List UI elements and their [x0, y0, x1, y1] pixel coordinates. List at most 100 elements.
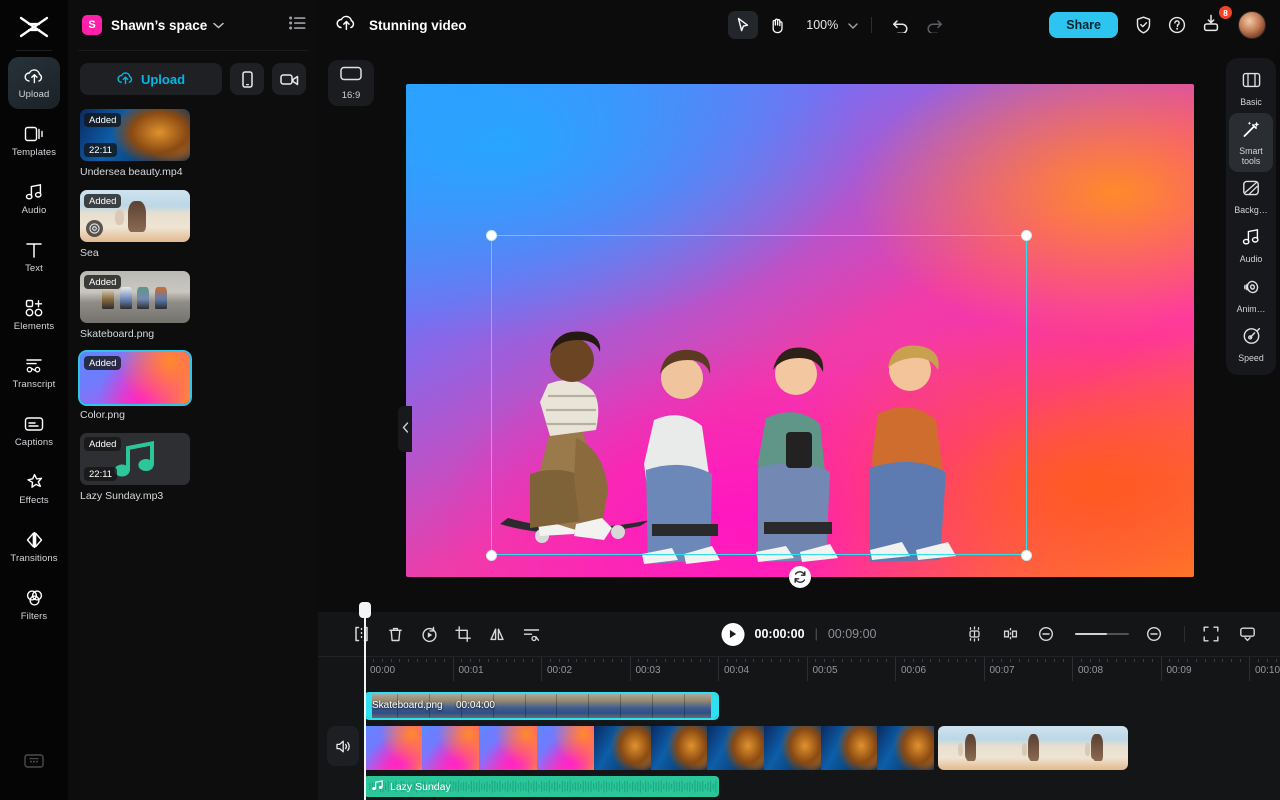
- question-circle-icon[interactable]: [1162, 11, 1192, 39]
- split-icon[interactable]: [346, 620, 376, 648]
- split-clip-icon[interactable]: [995, 620, 1025, 648]
- ruler-subtick: [673, 659, 675, 662]
- export-button[interactable]: 8: [1196, 6, 1232, 39]
- tab-label: Speed: [1238, 352, 1264, 363]
- transitions-icon: [25, 530, 44, 550]
- media-item[interactable]: Added Sea: [80, 190, 190, 259]
- resize-handle-bottom-left[interactable]: [485, 549, 497, 561]
- video-clip[interactable]: [594, 726, 934, 770]
- tab-anim[interactable]: Anim…: [1229, 271, 1273, 320]
- media-item[interactable]: Added 22:11 Lazy Sunday.mp3: [80, 433, 190, 502]
- filmstrip-frame: [557, 694, 590, 718]
- upload-button[interactable]: Upload: [80, 63, 222, 95]
- sidebar-item-elements[interactable]: Elements: [8, 289, 60, 341]
- ruler-subtick: [505, 659, 507, 662]
- media-thumbnail[interactable]: Added: [80, 271, 190, 323]
- cursor-arrow-icon[interactable]: [728, 11, 759, 39]
- chevron-down-icon[interactable]: [213, 16, 225, 34]
- share-button[interactable]: Share: [1049, 12, 1118, 38]
- shield-check-icon[interactable]: [1128, 11, 1158, 39]
- sidebar-item-transcript[interactable]: Transcript: [8, 347, 60, 399]
- ruler-subtick: [638, 659, 640, 662]
- rotate-clip-icon[interactable]: [414, 620, 444, 648]
- speedometer-icon: [1242, 327, 1261, 350]
- sidebar-item-upload[interactable]: Upload: [8, 57, 60, 109]
- camera-record-icon[interactable]: [272, 63, 306, 95]
- fit-screen-icon[interactable]: [1196, 620, 1226, 648]
- playhead[interactable]: [359, 602, 371, 800]
- resize-handle-top-left[interactable]: [485, 229, 497, 241]
- text-t-icon: [25, 240, 43, 260]
- video-clip[interactable]: [938, 726, 1128, 770]
- media-item[interactable]: Added Color.png: [78, 350, 192, 421]
- speaker-volume-icon[interactable]: [327, 726, 359, 766]
- media-item[interactable]: Added Skateboard.png: [80, 271, 190, 340]
- keyboard-shortcuts-icon[interactable]: [24, 753, 44, 774]
- resize-handle-top-right[interactable]: [1020, 229, 1032, 241]
- hand-pan-icon[interactable]: [762, 11, 792, 39]
- video-clip[interactable]: [364, 726, 594, 770]
- play-icon[interactable]: [721, 622, 745, 646]
- aspect-ratio-label: 16:9: [341, 89, 361, 101]
- top-toolbar: Stunning video 100% Share 8: [318, 0, 1280, 50]
- thumbnail-toggle-icon[interactable]: [1232, 620, 1262, 648]
- workspace-name[interactable]: Shawn’s space: [111, 18, 207, 33]
- zoom-out-icon[interactable]: [1031, 620, 1061, 648]
- ruler-subtick: [815, 659, 817, 662]
- ruler-subtick: [1010, 659, 1012, 662]
- delete-trash-icon[interactable]: [380, 620, 410, 648]
- zoom-in-icon[interactable]: [1139, 620, 1169, 648]
- sidebar-item-captions[interactable]: Captions: [8, 405, 60, 457]
- list-view-icon[interactable]: [289, 16, 306, 35]
- tab-smart-tools[interactable]: Smart tools: [1229, 113, 1273, 173]
- sidebar-item-filters[interactable]: Filters: [8, 579, 60, 631]
- audio-clip-lazy-sunday[interactable]: Lazy Sunday: [364, 776, 719, 797]
- sidebar-item-transitions[interactable]: Transitions: [8, 521, 60, 573]
- resize-handle-bottom-right[interactable]: [1020, 549, 1032, 561]
- tab-basic[interactable]: Basic: [1229, 64, 1273, 113]
- cloud-upload-icon: [117, 71, 134, 88]
- media-thumbnail[interactable]: Added 22:11: [80, 433, 190, 485]
- aspect-ratio-button[interactable]: 16:9: [328, 60, 374, 106]
- ruler-subtick: [1027, 659, 1029, 662]
- trim-handle-right[interactable]: [711, 694, 717, 718]
- timeline-ruler[interactable]: 00:00 00:01 00:02 00:03 00:04 00:05 00:06 00:07…: [318, 656, 1280, 681]
- project-title[interactable]: Stunning video: [369, 18, 467, 33]
- redo-arrow-icon[interactable]: [919, 11, 949, 39]
- video-preview[interactable]: [406, 84, 1194, 577]
- sidebar-item-templates[interactable]: Templates: [8, 115, 60, 167]
- chevron-down-icon[interactable]: [848, 16, 858, 34]
- media-item[interactable]: Added 22:11 Undersea beauty.mp4: [80, 109, 190, 178]
- phone-icon[interactable]: [230, 63, 264, 95]
- sidebar-item-label: Transitions: [10, 553, 58, 564]
- undo-arrow-icon[interactable]: [885, 11, 915, 39]
- playhead-knob[interactable]: [359, 602, 371, 618]
- panel-collapse-handle[interactable]: [398, 406, 412, 452]
- ruler-subtick: [470, 659, 472, 662]
- more-edit-icon[interactable]: [516, 620, 546, 648]
- tab-speed[interactable]: Speed: [1229, 320, 1273, 369]
- snap-magnet-icon[interactable]: [959, 620, 989, 648]
- overlay-clip-skateboard[interactable]: Skateboard.png 00:04:00: [364, 692, 719, 720]
- music-note-icon: [1242, 228, 1261, 251]
- media-added-badge: Added: [84, 194, 122, 208]
- ruler-subtick: [886, 659, 888, 662]
- crop-icon[interactable]: [448, 620, 478, 648]
- tab-audio[interactable]: Audio: [1229, 221, 1273, 270]
- mirror-flip-icon[interactable]: [482, 620, 512, 648]
- zoom-level-value[interactable]: 100%: [806, 18, 838, 32]
- tab-backg[interactable]: Backg…: [1229, 172, 1273, 221]
- sidebar-item-effects[interactable]: Effects: [8, 463, 60, 515]
- sidebar-item-label: Audio: [21, 205, 47, 216]
- rotate-refresh-icon[interactable]: [789, 566, 811, 588]
- tab-label: Anim…: [1236, 303, 1266, 314]
- media-thumbnail[interactable]: Added: [78, 350, 192, 406]
- media-thumbnail[interactable]: Added: [80, 190, 190, 242]
- capcut-logo-icon[interactable]: [12, 12, 56, 42]
- sidebar-item-audio[interactable]: Audio: [8, 173, 60, 225]
- media-thumbnail[interactable]: Added 22:11: [80, 109, 190, 161]
- sidebar-item-text[interactable]: Text: [8, 231, 60, 283]
- zoom-slider[interactable]: [1075, 633, 1129, 635]
- avatar[interactable]: [1238, 11, 1266, 39]
- selection-frame[interactable]: [491, 235, 1027, 555]
